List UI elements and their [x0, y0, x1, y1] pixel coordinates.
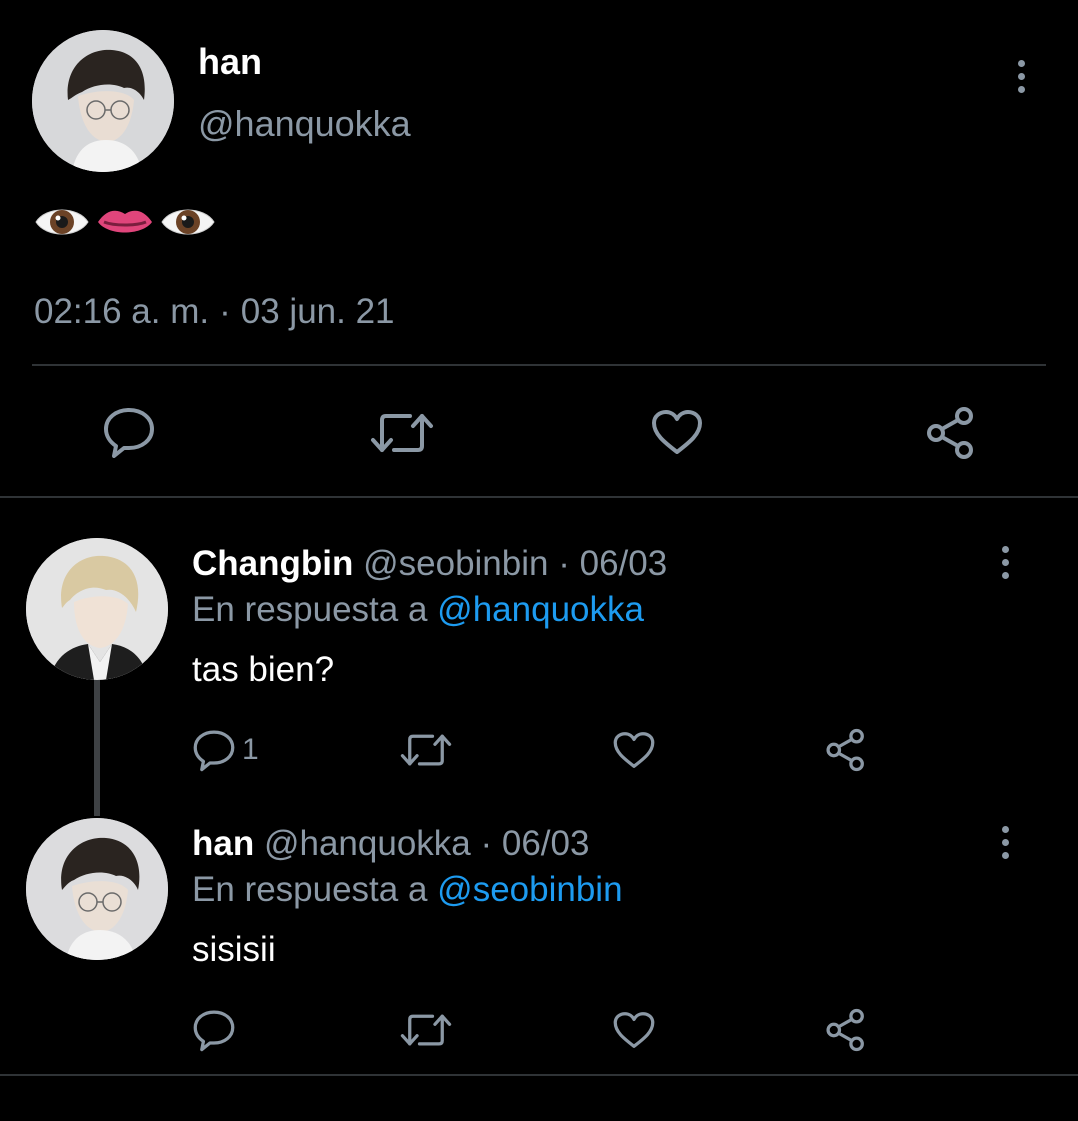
thread-connector-line: [94, 680, 100, 816]
reply-divider: [0, 1074, 1078, 1076]
share-button[interactable]: [824, 1008, 868, 1052]
main-author-avatar[interactable]: [32, 30, 174, 172]
retweet-icon: [400, 1014, 452, 1046]
timestamp-separator: ·: [219, 292, 231, 331]
retweet-button[interactable]: [400, 1010, 452, 1050]
reply-button[interactable]: [102, 406, 156, 458]
share-icon: [826, 1008, 864, 1052]
reply-to-mention[interactable]: @seobinbin: [437, 870, 622, 909]
reply-author-name[interactable]: han: [192, 824, 254, 863]
retweet-icon: [400, 734, 452, 766]
timestamp-divider: [32, 364, 1046, 366]
reply-text: tas bien?: [192, 650, 335, 689]
reply-button[interactable]: 1: [192, 728, 259, 772]
reply-author-handle[interactable]: @seobinbin: [363, 544, 548, 583]
reply-date[interactable]: · 06/03: [558, 544, 667, 583]
reply-icon: [193, 1010, 235, 1052]
lips-icon: [98, 210, 152, 233]
reply-header: han @hanquokka · 06/03: [192, 822, 589, 866]
tweet-timestamp[interactable]: 02:16 a. m. · 03 jun. 21: [34, 290, 395, 334]
share-icon: [927, 407, 973, 459]
reply-button[interactable]: [192, 1008, 236, 1052]
reply-date[interactable]: · 06/03: [481, 824, 590, 863]
reply-prefix: En respuesta a: [192, 870, 428, 909]
reply-icon: [193, 730, 235, 772]
main-author-handle[interactable]: @hanquokka: [198, 102, 411, 146]
like-icon: [613, 732, 655, 768]
like-button[interactable]: [612, 730, 656, 770]
tweet-time: 02:16 a. m.: [34, 292, 210, 331]
reply-count: 1: [242, 733, 259, 766]
like-button[interactable]: [650, 408, 704, 456]
reply-to-mention[interactable]: @hanquokka: [437, 590, 644, 629]
more-options-icon[interactable]: [990, 822, 1020, 862]
share-icon: [826, 728, 864, 772]
reply-context: En respuesta a @hanquokka: [192, 588, 644, 632]
main-author-name[interactable]: han: [198, 40, 262, 84]
share-button[interactable]: [924, 406, 978, 460]
retweet-button[interactable]: [370, 410, 434, 456]
reply-icon: [104, 408, 154, 458]
reply-context: En respuesta a @seobinbin: [192, 868, 623, 912]
reply-author-avatar[interactable]: [26, 818, 168, 960]
reply-prefix: En respuesta a: [192, 590, 428, 629]
reply-header: Changbin @seobinbin · 06/03: [192, 542, 667, 586]
like-icon: [652, 410, 702, 454]
more-options-icon[interactable]: [1006, 56, 1036, 96]
tweet-date: 03 jun. 21: [240, 292, 395, 331]
reply-author-handle[interactable]: @hanquokka: [264, 824, 471, 863]
like-icon: [613, 1012, 655, 1048]
retweet-button[interactable]: [400, 730, 452, 770]
reply-text: sisisii: [192, 930, 276, 969]
main-tweet-divider: [0, 496, 1078, 498]
eyes-brown-icon: [161, 209, 215, 235]
like-button[interactable]: [612, 1010, 656, 1050]
share-button[interactable]: [824, 728, 868, 772]
reply-author-avatar[interactable]: [26, 538, 168, 680]
more-options-icon[interactable]: [990, 542, 1020, 582]
reply-author-name[interactable]: Changbin: [192, 544, 353, 583]
eyes-brown-icon: [35, 209, 89, 235]
tweet-content: [34, 200, 216, 244]
retweet-icon: [371, 414, 433, 452]
